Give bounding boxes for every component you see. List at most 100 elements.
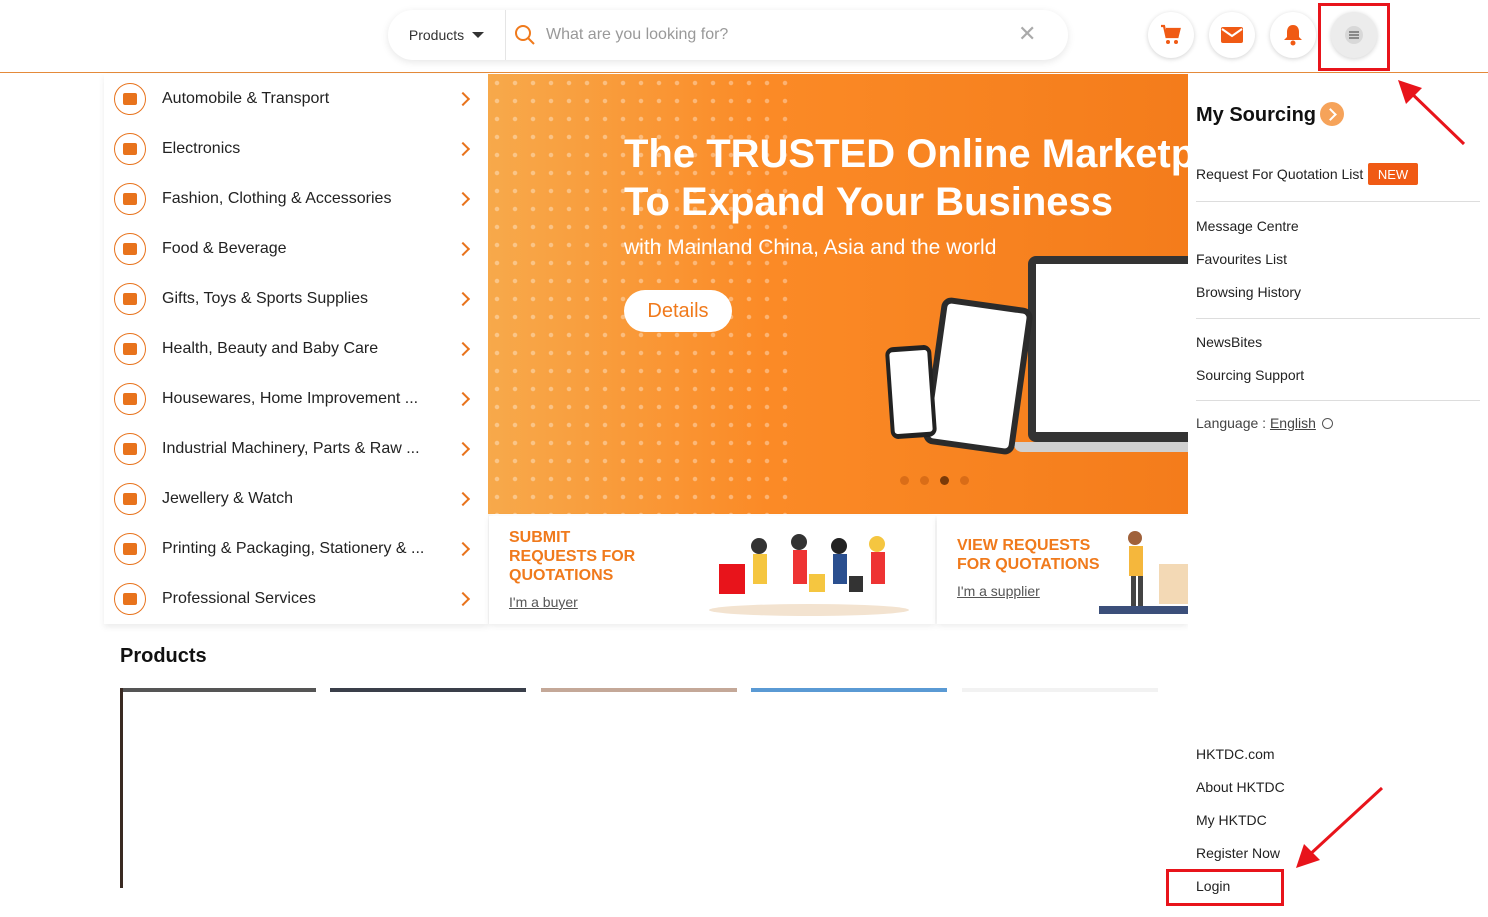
category-item-industrial[interactable]: Industrial Machinery, Parts & Raw ... [104, 424, 488, 474]
menu-highlight-box [1318, 3, 1390, 71]
category-item-printing[interactable]: Printing & Packaging, Stationery & ... [104, 524, 488, 574]
product-card[interactable] [541, 688, 737, 692]
chevron-right-icon [455, 141, 471, 157]
category-item-housewares[interactable]: Housewares, Home Improvement ... [104, 374, 488, 424]
divider [1196, 400, 1480, 401]
register-link[interactable]: Register Now [1196, 845, 1280, 861]
divider [1196, 318, 1480, 319]
newsbites-link[interactable]: NewsBites [1196, 334, 1262, 350]
product-card[interactable] [120, 688, 316, 692]
notification-button[interactable] [1270, 12, 1316, 58]
annotation-arrow-icon [1296, 786, 1384, 868]
category-label: Jewellery & Watch [162, 490, 293, 507]
banner-title: The TRUSTED Online Marketplace To Expand… [624, 130, 1188, 226]
buyer-link[interactable]: I'm a buyer [509, 594, 578, 610]
product-card-edge [120, 688, 123, 888]
pen-icon [114, 533, 146, 565]
banner-title-line2: To Expand Your Business [624, 180, 1113, 224]
chevron-right-icon [455, 241, 471, 257]
tablet-illustration [922, 296, 1034, 456]
about-hktdc-link[interactable]: About HKTDC [1196, 779, 1285, 795]
mail-icon [1221, 27, 1243, 43]
car-icon [114, 83, 146, 115]
carousel-dot[interactable] [900, 476, 909, 485]
chevron-right-icon [455, 341, 471, 357]
details-button[interactable]: Details [624, 290, 732, 332]
category-label: Industrial Machinery, Parts & Raw ... [162, 440, 420, 457]
category-label: Housewares, Home Improvement ... [162, 390, 419, 407]
language-selector[interactable]: Language : English [1196, 415, 1333, 431]
chevron-right-icon[interactable] [1320, 102, 1344, 126]
gift-icon [114, 283, 146, 315]
search-bar: Products ✕ [388, 10, 1068, 60]
cart-button[interactable] [1148, 12, 1194, 58]
product-card[interactable] [751, 688, 947, 692]
divider [1196, 201, 1480, 202]
banner-subtitle: with Mainland China, Asia and the world [624, 236, 997, 259]
view-rfq-tile[interactable]: VIEW REQUESTS FOR QUOTATIONS I'm a suppl… [937, 516, 1188, 624]
chevron-right-icon [455, 591, 471, 607]
category-item-food[interactable]: Food & Beverage [104, 224, 488, 274]
category-label: Automobile & Transport [162, 90, 330, 107]
carousel-dot[interactable] [960, 476, 969, 485]
briefcase-icon [114, 583, 146, 615]
tools-icon [114, 433, 146, 465]
product-type-select[interactable]: Products [388, 10, 506, 60]
shoppers-illustration [709, 534, 909, 616]
category-item-fashion[interactable]: Fashion, Clothing & Accessories [104, 174, 488, 224]
submit-rfq-title: SUBMIT REQUESTS FOR QUOTATIONS [509, 529, 636, 584]
chevron-right-icon [455, 291, 471, 307]
clear-search-icon[interactable]: ✕ [1018, 21, 1036, 47]
submit-rfq-tile[interactable]: SUBMIT REQUESTS FOR QUOTATIONS I'm a buy… [489, 516, 935, 624]
electronics-icon [114, 133, 146, 165]
phone-illustration [884, 344, 938, 440]
rfq-list-link[interactable]: Request For Quotation List [1196, 166, 1363, 182]
carousel-dot-active[interactable] [940, 476, 949, 485]
category-item-jewellery[interactable]: Jewellery & Watch [104, 474, 488, 524]
laptop-base [1014, 442, 1188, 452]
bell-icon [1284, 25, 1302, 46]
lamp-icon [114, 383, 146, 415]
carousel-dots [900, 476, 969, 485]
message-button[interactable] [1209, 12, 1255, 58]
language-value[interactable]: English [1270, 415, 1316, 431]
message-centre-link[interactable]: Message Centre [1196, 218, 1299, 234]
browsing-history-link[interactable]: Browsing History [1196, 284, 1301, 300]
chevron-right-icon [455, 91, 471, 107]
chevron-right-icon [455, 541, 471, 557]
burger-icon [114, 233, 146, 265]
category-item-gifts[interactable]: Gifts, Toys & Sports Supplies [104, 274, 488, 324]
top-header: Products ✕ [0, 0, 1488, 73]
supplier-link[interactable]: I'm a supplier [957, 583, 1040, 599]
banner-title-line1: The TRUSTED Online Marketplace [624, 132, 1188, 176]
hero-banner[interactable]: The TRUSTED Online Marketplace To Expand… [488, 74, 1188, 514]
chevron-right-icon [455, 391, 471, 407]
carousel-dot[interactable] [920, 476, 929, 485]
product-type-label: Products [408, 27, 465, 43]
new-badge: NEW [1368, 163, 1418, 185]
category-label: Professional Services [162, 590, 316, 607]
my-sourcing-title[interactable]: My Sourcing [1196, 104, 1316, 127]
category-label: Fashion, Clothing & Accessories [162, 190, 392, 207]
category-item-automobile[interactable]: Automobile & Transport [104, 74, 488, 124]
cart-icon [1161, 24, 1181, 44]
search-input[interactable] [546, 20, 1006, 50]
search-icon[interactable] [514, 24, 536, 46]
category-item-health[interactable]: Health, Beauty and Baby Care [104, 324, 488, 374]
category-item-professional[interactable]: Professional Services [104, 574, 488, 624]
category-label: Gifts, Toys & Sports Supplies [162, 290, 369, 307]
diamond-icon [114, 483, 146, 515]
products-heading: Products [120, 645, 207, 667]
hktdc-com-link[interactable]: HKTDC.com [1196, 746, 1275, 762]
view-rfq-title: VIEW REQUESTS FOR QUOTATIONS [957, 537, 1100, 573]
category-item-electronics[interactable]: Electronics [104, 124, 488, 174]
chevron-right-icon [455, 491, 471, 507]
favourites-link[interactable]: Favourites List [1196, 251, 1287, 267]
first-aid-icon [114, 333, 146, 365]
my-hktdc-link[interactable]: My HKTDC [1196, 812, 1267, 828]
laptop-illustration [1028, 256, 1188, 442]
category-label: Electronics [162, 140, 241, 157]
product-card[interactable] [330, 688, 526, 692]
sourcing-support-link[interactable]: Sourcing Support [1196, 367, 1304, 383]
product-card[interactable] [962, 688, 1158, 692]
